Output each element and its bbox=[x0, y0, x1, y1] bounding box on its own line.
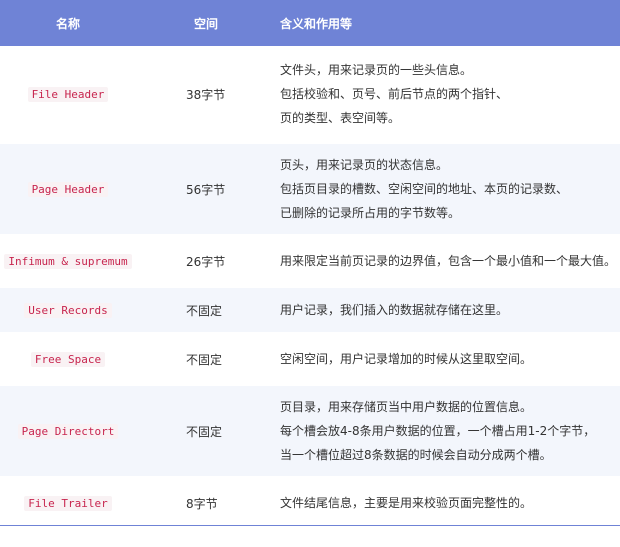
page-structure-table: 名称 空间 含义和作用等 File Header 38字节 文件头，用来记录页的… bbox=[0, 0, 620, 526]
table-row: Infimum & supremum 26字节 用来限定当前页记录的边界值，包含… bbox=[0, 239, 620, 283]
row-space: 不固定 bbox=[186, 424, 223, 439]
table-row: Page Header 56字节 页头，用来记录页的状态信息。 包括页目录的槽数… bbox=[0, 144, 620, 234]
row-description: 用来限定当前页记录的边界值，包含一个最小值和一个最大值。 bbox=[280, 254, 617, 268]
header-description: 含义和作用等 bbox=[280, 16, 353, 31]
row-name: User Records bbox=[24, 302, 112, 318]
table-row: Free Space 不固定 空闲空间，用户记录增加的时候从这里取空间。 bbox=[0, 337, 620, 381]
row-name: File Header bbox=[27, 86, 109, 102]
row-description: 文件结尾信息，主要是用来校验页面完整性的。 bbox=[280, 496, 533, 510]
row-name: File Trailer bbox=[24, 495, 112, 511]
row-name: Page Directort bbox=[17, 423, 119, 439]
row-space: 不固定 bbox=[186, 303, 223, 318]
row-name: Page Header bbox=[27, 181, 109, 197]
header-name: 名称 bbox=[55, 16, 80, 31]
row-space: 8字节 bbox=[186, 496, 218, 511]
table-row: User Records 不固定 用户记录，我们插入的数据就存储在这里。 bbox=[0, 288, 620, 332]
row-space: 不固定 bbox=[186, 352, 223, 367]
table-header: 名称 空间 含义和作用等 bbox=[0, 0, 620, 46]
row-description: 用户记录，我们插入的数据就存储在这里。 bbox=[280, 303, 509, 317]
row-space: 56字节 bbox=[186, 182, 226, 197]
header-space: 空间 bbox=[194, 16, 219, 31]
table-row: Page Directort 不固定 页目录，用来存储页当中用户数据的位置信息。… bbox=[0, 386, 620, 476]
row-description: 页头，用来记录页的状态信息。 包括页目录的槽数、空闲空间的地址、本页的记录数、 … bbox=[280, 158, 569, 220]
table-row: File Header 38字节 文件头，用来记录页的一些头信息。 包括校验和、… bbox=[0, 49, 620, 139]
row-description: 文件头，用来记录页的一些头信息。 包括校验和、页号、前后节点的两个指针、 页的类… bbox=[280, 63, 509, 125]
row-name: Infimum & supremum bbox=[4, 253, 132, 269]
row-description: 页目录，用来存储页当中用户数据的位置信息。 每个槽会放4-8条用户数据的位置，一… bbox=[280, 400, 596, 462]
row-space: 26字节 bbox=[186, 254, 226, 269]
table-row: File Trailer 8字节 文件结尾信息，主要是用来校验页面完整性的。 bbox=[0, 481, 620, 525]
row-name: Free Space bbox=[30, 351, 106, 367]
row-space: 38字节 bbox=[186, 87, 226, 102]
row-description: 空闲空间，用户记录增加的时候从这里取空间。 bbox=[280, 352, 533, 366]
